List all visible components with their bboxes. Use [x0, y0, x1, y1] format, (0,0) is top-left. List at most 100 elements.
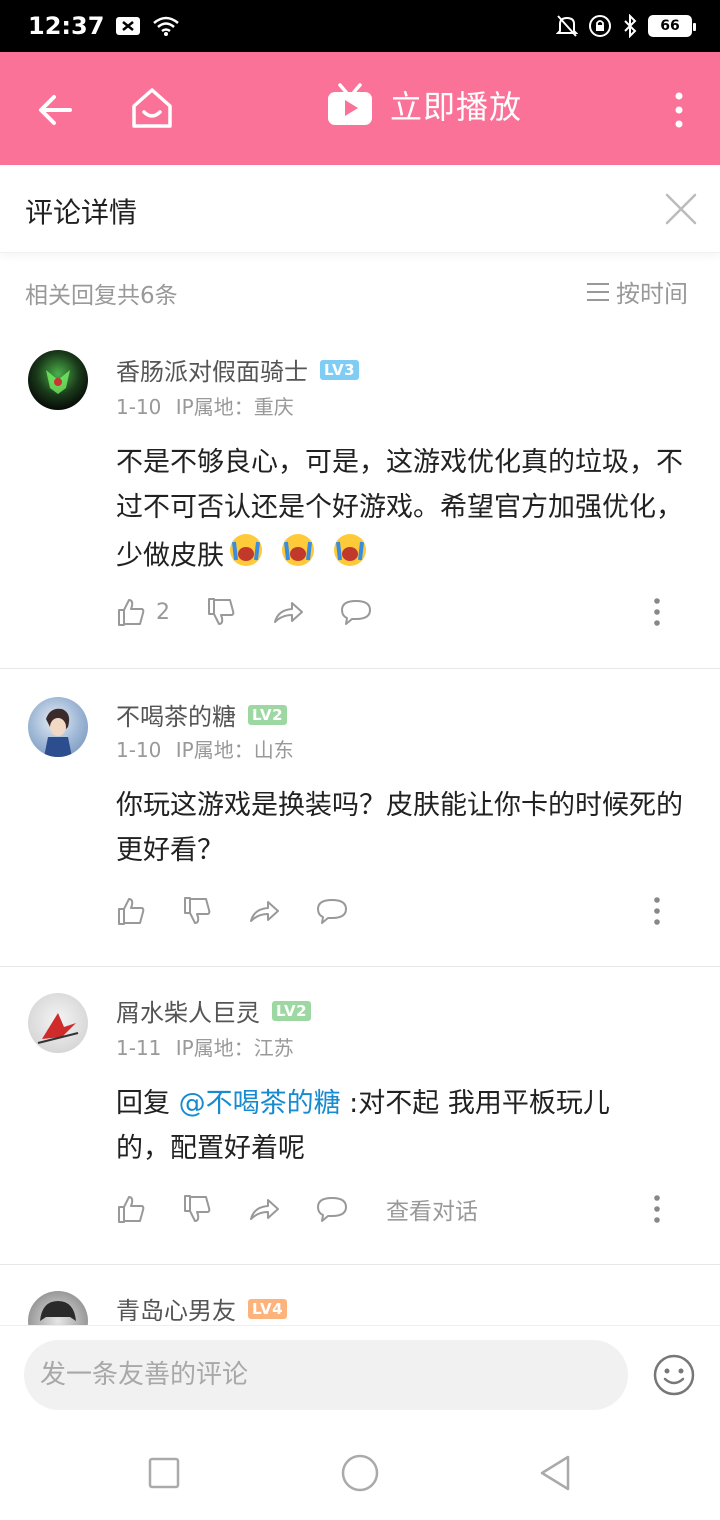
reply-meta-row: 相关回复共6条 按时间	[0, 260, 720, 320]
reply-icon	[317, 899, 347, 924]
avatar[interactable]	[28, 350, 88, 410]
tv-play-icon	[328, 83, 372, 125]
comment-text: 你玩这游戏是换装吗？皮肤能让你卡的时候死的更好看？	[116, 783, 700, 873]
comment-meta: 1-10 IP属地：重庆	[116, 391, 302, 420]
level-badge: LV2	[248, 704, 288, 725]
notification-icon	[116, 17, 141, 35]
like-button[interactable]: 2	[116, 597, 170, 627]
bluetooth-icon	[622, 14, 638, 38]
share-button[interactable]	[248, 1195, 280, 1223]
sort-by-time-button[interactable]: 按时间	[586, 274, 688, 309]
back-nav-button[interactable]	[536, 1453, 576, 1493]
comment-text: 回复 @不喝茶的糖 :对不起 我用平板玩儿的，配置好着呢	[116, 1081, 646, 1171]
share-button[interactable]	[248, 897, 280, 925]
comment-date: 1-10	[116, 395, 162, 419]
like-icon	[118, 599, 145, 626]
username[interactable]: 不喝茶的糖	[116, 697, 236, 732]
comment-item: 不喝茶的糖 LV2 1-10 IP属地：山东 你玩这游戏是换装吗？皮肤能让你卡的…	[0, 669, 720, 967]
nav-circle-icon	[341, 1454, 379, 1492]
status-bar: 12:37 66	[0, 0, 720, 52]
more-vert-icon	[675, 92, 683, 128]
close-button[interactable]	[664, 192, 698, 226]
close-icon	[665, 193, 697, 225]
back-icon	[39, 95, 72, 125]
page-title: 评论详情	[25, 196, 138, 229]
comment-more-button[interactable]	[650, 597, 664, 627]
username[interactable]: 青岛心男友	[116, 1291, 236, 1325]
mention-link[interactable]: @不喝茶的糖	[179, 1088, 341, 1119]
more-options-button[interactable]	[664, 88, 694, 132]
comment-item: 香肠派对假面骑士 LV3 1-10 IP属地：重庆 不是不够良心，可是，这游戏优…	[0, 320, 720, 669]
dislike-button[interactable]	[206, 597, 236, 627]
like-icon	[118, 898, 145, 925]
comment-detail-header: 评论详情	[0, 165, 720, 253]
username[interactable]: 香肠派对假面骑士	[116, 352, 308, 387]
like-button[interactable]	[116, 896, 146, 926]
reply-prefix: 回复	[116, 1088, 179, 1119]
app-bar: 立即播放	[0, 52, 720, 165]
share-icon	[250, 901, 279, 922]
wifi-icon	[152, 15, 180, 37]
reply-button[interactable]	[316, 897, 348, 925]
sort-label: 按时间	[616, 280, 688, 308]
avatar[interactable]	[28, 1291, 88, 1325]
nav-square-icon	[148, 1457, 180, 1489]
dislike-icon	[184, 897, 211, 924]
share-button[interactable]	[272, 598, 304, 626]
status-time: 12:37	[28, 12, 105, 40]
like-icon	[118, 1196, 145, 1223]
emoji-button[interactable]	[652, 1353, 696, 1397]
comment-body: 不是不够良心，可是，这游戏优化真的垃圾，不过不可否认还是个好游戏。希望官方加强优…	[116, 447, 683, 572]
sort-icon	[587, 282, 609, 301]
like-button[interactable]	[116, 1194, 146, 1224]
comment-more-button[interactable]	[650, 1194, 664, 1224]
ip-location: IP属地：江苏	[175, 1036, 294, 1060]
reply-icon	[317, 1197, 347, 1222]
level-badge: LV3	[320, 359, 360, 380]
mute-bell-icon	[556, 14, 578, 38]
comment-meta: 1-10 IP属地：山东	[116, 734, 302, 763]
dislike-icon	[184, 1195, 211, 1222]
comment-body: 你玩这游戏是换装吗？皮肤能让你卡的时候死的更好看？	[116, 790, 683, 866]
comment-item: 屑水柴人巨灵 LV2 1-11 IP属地：江苏 回复 @不喝茶的糖 :对不起 我…	[0, 967, 720, 1265]
play-now-button[interactable]: 立即播放	[326, 82, 522, 128]
more-vert-icon	[654, 598, 660, 626]
share-icon	[274, 602, 303, 623]
back-button[interactable]	[34, 88, 78, 132]
username[interactable]: 屑水柴人巨灵	[116, 993, 260, 1028]
more-vert-icon	[654, 1195, 660, 1223]
comment-input[interactable]	[24, 1340, 628, 1410]
share-icon	[250, 1199, 279, 1220]
reply-icon	[341, 600, 371, 625]
like-count: 2	[156, 599, 170, 625]
home-icon	[132, 88, 172, 128]
crying-emoji-icon	[228, 530, 388, 584]
reply-button[interactable]	[340, 598, 372, 626]
comment-item: 青岛心男友 LV4	[0, 1265, 720, 1325]
comment-date: 1-10	[116, 738, 162, 762]
dislike-button[interactable]	[182, 1194, 212, 1224]
recents-button[interactable]	[144, 1453, 184, 1493]
lock-rotation-icon	[588, 14, 612, 38]
level-badge: LV2	[272, 1000, 312, 1021]
reply-button[interactable]	[316, 1195, 348, 1223]
home-button[interactable]	[128, 84, 176, 132]
avatar[interactable]	[28, 993, 88, 1053]
system-nav-bar	[0, 1431, 720, 1520]
emoji-icon	[653, 1354, 695, 1396]
view-conversation-link[interactable]: 查看对话	[386, 1192, 478, 1226]
dislike-icon	[208, 598, 235, 625]
level-badge: LV4	[248, 1298, 288, 1319]
comment-more-button[interactable]	[650, 896, 664, 926]
dislike-button[interactable]	[182, 896, 212, 926]
comment-date: 1-11	[116, 1036, 162, 1060]
comment-text: 不是不够良心，可是，这游戏优化真的垃圾，不过不可否认还是个好游戏。希望官方加强优…	[116, 440, 700, 584]
ip-location: IP属地：重庆	[175, 395, 294, 419]
home-nav-button[interactable]	[340, 1453, 380, 1493]
nav-triangle-icon	[540, 1455, 570, 1491]
battery-indicator: 66	[648, 15, 696, 37]
comment-meta: 1-11 IP属地：江苏	[116, 1032, 302, 1061]
avatar[interactable]	[28, 697, 88, 757]
ip-location: IP属地：山东	[175, 738, 294, 762]
play-now-label: 立即播放	[390, 88, 523, 126]
